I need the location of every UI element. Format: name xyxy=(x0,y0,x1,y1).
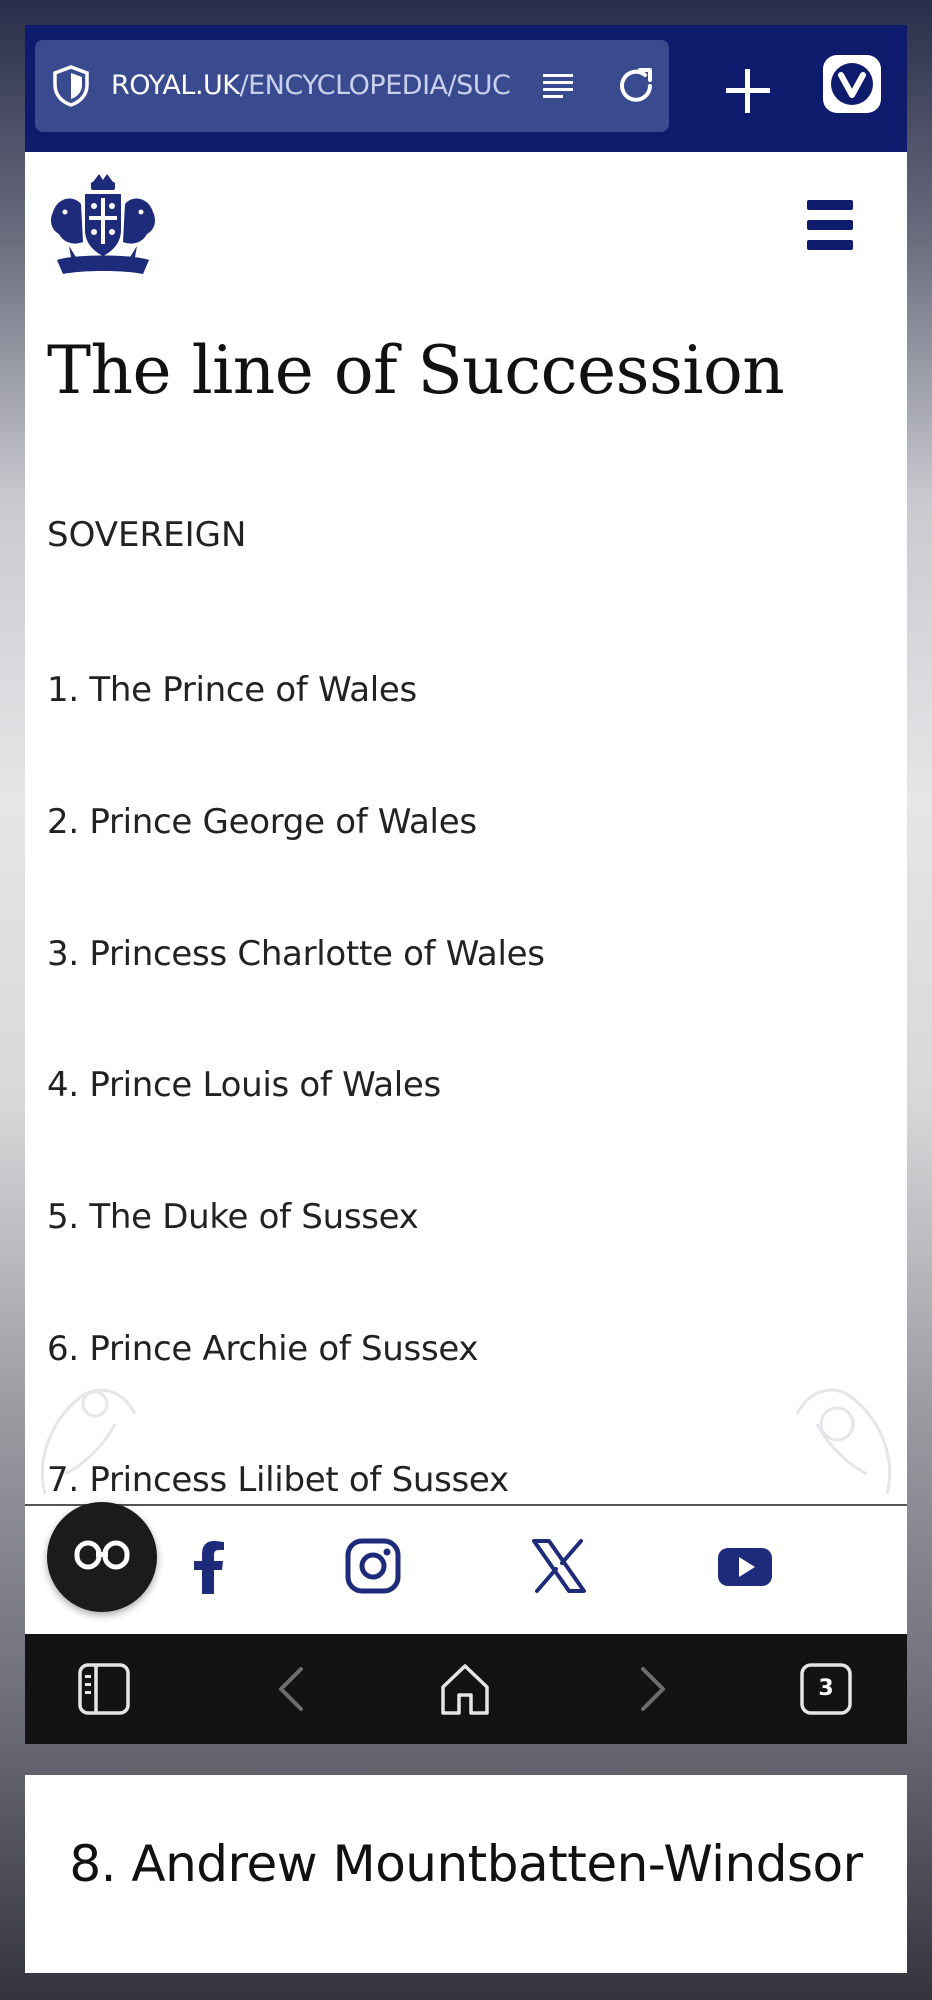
forward-chevron-icon[interactable] xyxy=(623,1661,679,1717)
sovereign-label: SOVEREIGN xyxy=(47,515,247,555)
new-tab-icon[interactable] xyxy=(718,61,778,121)
royal-coat-of-arms-logo[interactable] xyxy=(43,172,163,282)
url-text[interactable]: ROYAL.UK/ENCYCLOPEDIA/SUCCESSION xyxy=(111,64,511,108)
succession-item[interactable]: 1. The Prince of Wales xyxy=(47,670,417,710)
tab-count: 3 xyxy=(818,1676,834,1701)
browser-bottom-nav: 3 xyxy=(25,1634,907,1744)
browser-toolbar: ROYAL.UK/ENCYCLOPEDIA/SUCCESSION xyxy=(25,25,907,152)
home-icon[interactable] xyxy=(437,1661,493,1717)
heraldic-unicorn-decoration-icon xyxy=(795,1388,892,1495)
instagram-icon[interactable] xyxy=(343,1536,403,1596)
glasses-icon xyxy=(74,1540,130,1570)
reader-view-icon[interactable] xyxy=(541,68,577,104)
tab-switcher-button[interactable]: 3 xyxy=(798,1661,854,1717)
succession-item[interactable]: 2. Prince George of Wales xyxy=(47,802,477,842)
page-title: The line of Succession xyxy=(47,332,785,409)
vivaldi-menu-icon[interactable] xyxy=(821,53,883,115)
succession-item[interactable]: 4. Prince Louis of Wales xyxy=(47,1065,441,1105)
x-icon[interactable] xyxy=(529,1536,589,1596)
succession-item[interactable]: 6. Prince Archie of Sussex xyxy=(47,1329,479,1369)
shield-icon[interactable] xyxy=(49,64,93,108)
back-chevron-icon[interactable] xyxy=(265,1661,321,1717)
reload-icon[interactable] xyxy=(612,62,660,110)
facebook-icon[interactable] xyxy=(180,1536,240,1596)
succession-item[interactable]: 5. The Duke of Sussex xyxy=(47,1197,419,1237)
url-path: /ENCYCLOPEDIA/SUCCESSION xyxy=(239,70,512,101)
succession-item[interactable]: 7. Princess Lilibet of Sussex xyxy=(47,1460,509,1500)
url-host: ROYAL.UK xyxy=(111,70,240,101)
main-content: The line of Succession SOVEREIGN 1. The … xyxy=(25,302,907,1526)
caption-text: 8. Andrew Mountbatten-Windsor xyxy=(69,1835,863,1893)
youtube-icon[interactable] xyxy=(715,1536,775,1596)
address-bar[interactable]: ROYAL.UK/ENCYCLOPEDIA/SUCCESSION xyxy=(35,40,669,132)
panel-toggle-icon[interactable] xyxy=(76,1661,132,1717)
social-links-bar xyxy=(25,1502,907,1634)
menu-hamburger-icon[interactable] xyxy=(807,200,853,250)
caption-banner: 8. Andrew Mountbatten-Windsor xyxy=(25,1775,907,1973)
succession-item[interactable]: 3. Princess Charlotte of Wales xyxy=(47,934,545,974)
site-header xyxy=(25,152,907,302)
reading-mode-button[interactable] xyxy=(47,1502,157,1612)
phone-screen: ROYAL.UK/ENCYCLOPEDIA/SUCCESSION xyxy=(25,25,907,1744)
